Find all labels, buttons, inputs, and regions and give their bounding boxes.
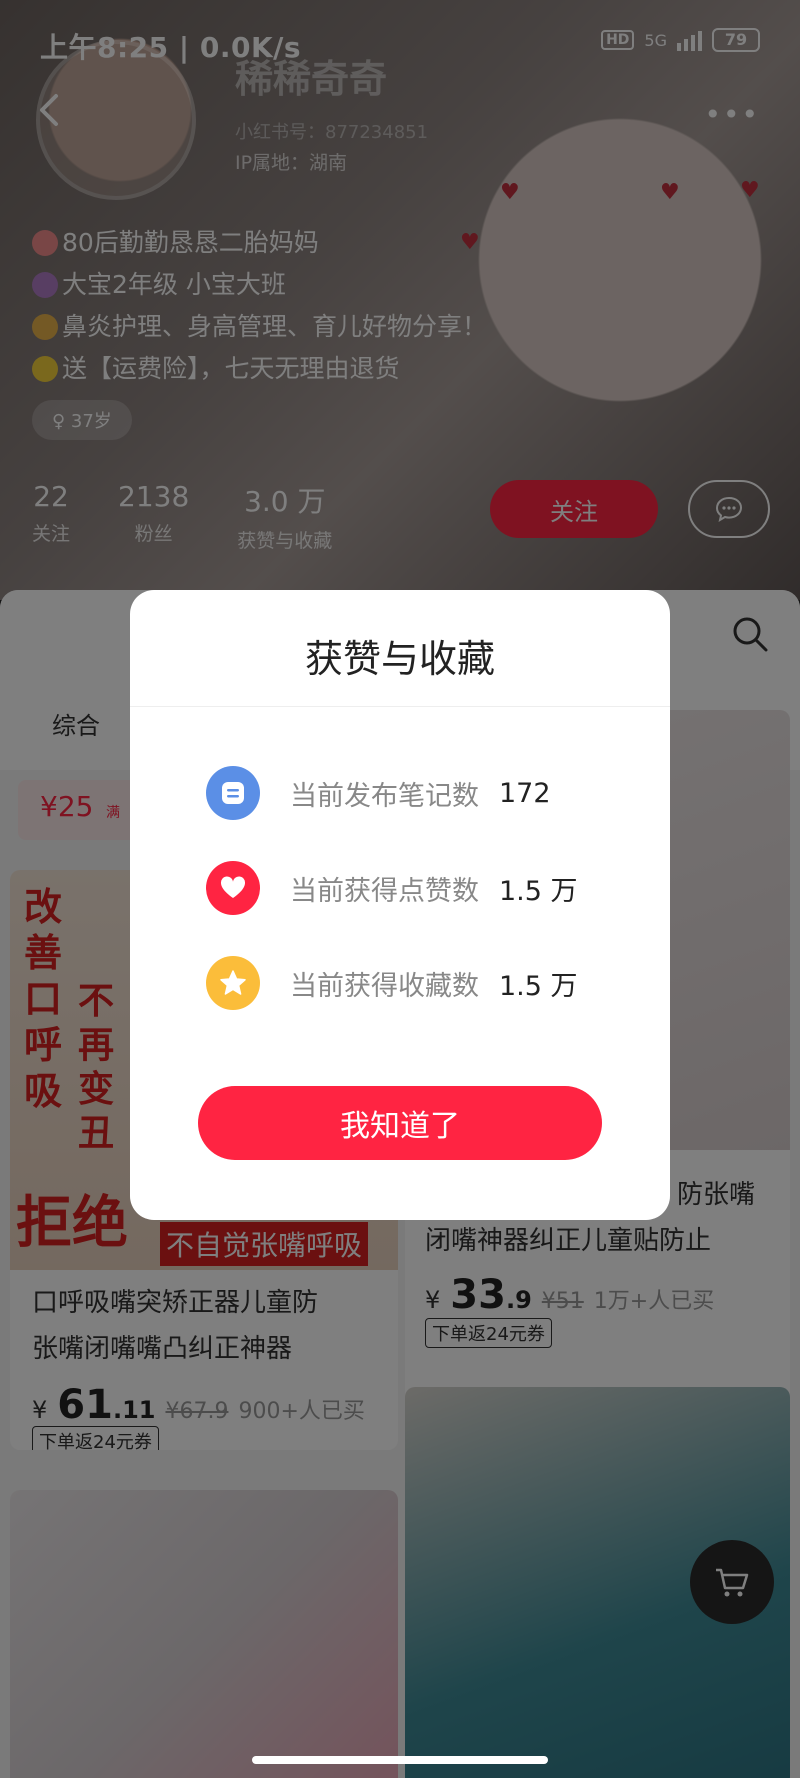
notes-count-label: 当前发布笔记数 [290,780,479,812]
likes-favorites-dialog: 获赞与收藏 当前发布笔记数 172 当前获得点赞数 1.5 万 当前获得收藏数 [130,590,670,1220]
favorites-count-row: 当前获得收藏数 1.5 万 [206,956,578,1010]
dialog-divider [130,706,670,707]
favorites-count-label: 当前获得收藏数 [290,970,479,1002]
likes-count-row: 当前获得点赞数 1.5 万 [206,861,578,915]
notes-count-row: 当前发布笔记数 172 [206,766,551,820]
home-indicator[interactable] [252,1756,548,1764]
likes-count-label: 当前获得点赞数 [290,875,479,907]
likes-count-value: 1.5 万 [499,875,578,907]
favorites-count-value: 1.5 万 [499,970,578,1002]
dialog-title: 获赞与收藏 [304,637,495,681]
note-icon [206,766,260,820]
got-it-button[interactable]: 我知道了 [198,1086,602,1160]
notes-count-value: 172 [499,777,551,809]
heart-icon [206,861,260,915]
star-icon [206,956,260,1010]
